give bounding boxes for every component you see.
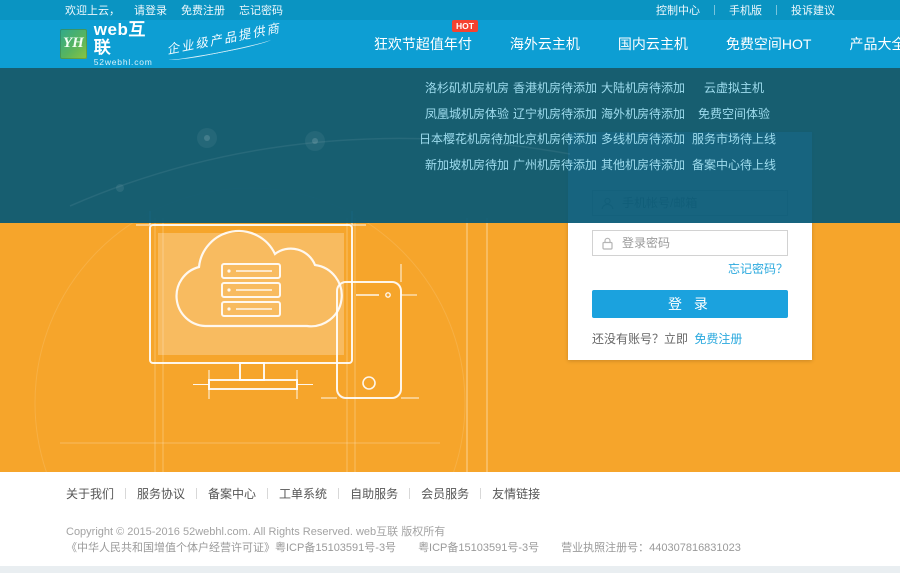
divider xyxy=(714,5,715,15)
brand-text: web互联 52webhl.com xyxy=(94,21,156,68)
footer-about-link[interactable]: 关于我们 xyxy=(66,485,125,502)
footer-icp-link[interactable]: 备案中心 xyxy=(197,485,267,502)
menu-item-liaoning-datacenter[interactable]: 辽宁机房待添加 xyxy=(512,101,598,127)
menu-item-cloud-virtual-host[interactable]: 云虚拟主机 xyxy=(688,75,780,101)
welcome-text: 欢迎上云， xyxy=(65,2,120,18)
menu-item-service-market[interactable]: 服务市场待上线 xyxy=(688,126,780,152)
copyright-text: Copyright © 2015-2016 52webhl.com. All R… xyxy=(66,523,445,539)
menu-item-phoenix-datacenter[interactable]: 凤凰城机房体验 xyxy=(424,101,510,127)
logo-icon: YH xyxy=(60,29,87,59)
nav-item-overseas-cloud[interactable]: 海外云主机 xyxy=(510,34,580,54)
dropdown-overlay: 洛杉矶机房机房 香港机房待添加 大陆机房待添加 云虚拟主机 凤凰城机房体验 辽宁… xyxy=(0,68,900,223)
mobile-version-link[interactable]: 手机版 xyxy=(729,2,762,18)
divider xyxy=(776,5,777,15)
forgot-password-link[interactable]: 忘记密码 xyxy=(239,2,283,18)
footer-links: 关于我们 服务协议 备案中心 工单系统 自助服务 会员服务 友情链接 xyxy=(66,485,551,502)
forgot-password-panel-link[interactable]: 忘记密码？ xyxy=(728,260,788,277)
footer-terms-link[interactable]: 服务协议 xyxy=(126,485,196,502)
password-input[interactable] xyxy=(622,236,779,250)
footer-friendlinks-link[interactable]: 友情链接 xyxy=(481,485,551,502)
menu-item-la-datacenter[interactable]: 洛杉矶机房机房 xyxy=(424,75,510,101)
menu-item-hk-datacenter[interactable]: 香港机房待添加 xyxy=(512,75,598,101)
register-hint: 还没有账号？立即 xyxy=(592,332,688,346)
footer-selfservice-link[interactable]: 自助服务 xyxy=(339,485,409,502)
footer-ticket-link[interactable]: 工单系统 xyxy=(268,485,338,502)
mega-menu: 洛杉矶机房机房 香港机房待添加 大陆机房待添加 云虚拟主机 凤凰城机房体验 辽宁… xyxy=(424,75,780,177)
footer-member-link[interactable]: 会员服务 xyxy=(410,485,480,502)
bottom-strip xyxy=(0,566,900,573)
password-field[interactable] xyxy=(592,230,788,256)
login-link[interactable]: 请登录 xyxy=(134,2,167,18)
menu-item-guangzhou-datacenter[interactable]: 广州机房待添加 xyxy=(512,152,598,178)
topbar: 欢迎上云， 请登录 免费注册 忘记密码 控制中心 手机版 投诉建议 xyxy=(0,0,900,20)
nav-item-all-products[interactable]: 产品大全 xyxy=(849,34,900,54)
navbar: YH web互联 52webhl.com 企业级产品提供商 HOT 狂欢节超值年… xyxy=(0,20,900,68)
menu-item-overseas-datacenter[interactable]: 海外机房待添加 xyxy=(600,101,686,127)
feedback-link[interactable]: 投诉建议 xyxy=(791,2,835,18)
logo[interactable]: YH web互联 52webhl.com xyxy=(60,21,156,68)
menu-item-multiline-datacenter[interactable]: 多线机房待添加 xyxy=(600,126,686,152)
page: 欢迎上云， 请登录 免费注册 忘记密码 控制中心 手机版 投诉建议 YH web… xyxy=(0,0,900,573)
nav-item-free-space[interactable]: 免费空间HOT xyxy=(726,34,812,54)
main-nav: HOT 狂欢节超值年付 海外云主机 国内云主机 免费空间HOT 产品大全 xyxy=(374,34,900,54)
login-button[interactable]: 登 录 xyxy=(592,290,788,318)
nav-item-annual-sale[interactable]: HOT 狂欢节超值年付 xyxy=(374,34,472,54)
menu-item-icp-center[interactable]: 备案中心待上线 xyxy=(688,152,780,178)
brand-domain: 52webhl.com xyxy=(94,58,156,67)
icp-number: 粤ICP备15103591号-3号 xyxy=(418,539,539,555)
free-register-link[interactable]: 免费注册 xyxy=(694,332,742,346)
menu-item-free-space[interactable]: 免费空间体验 xyxy=(688,101,780,127)
brand-title: web互联 xyxy=(94,21,156,57)
register-link[interactable]: 免费注册 xyxy=(181,2,225,18)
menu-item-singapore-datacenter[interactable]: 新加坡机房待加 xyxy=(424,152,510,178)
register-row: 还没有账号？立即 免费注册 xyxy=(592,330,742,347)
footer: 关于我们 服务协议 备案中心 工单系统 自助服务 会员服务 友情链接 Copyr… xyxy=(0,472,900,573)
nav-item-domestic-cloud[interactable]: 国内云主机 xyxy=(618,34,688,54)
control-center-link[interactable]: 控制中心 xyxy=(656,2,700,18)
lock-icon xyxy=(601,237,614,250)
topbar-right: 控制中心 手机版 投诉建议 xyxy=(656,2,835,18)
license-row: 《中华人民共和国增值个体户经营许可证》粤ICP备15103591号-3号 粤IC… xyxy=(66,539,763,555)
menu-item-mainland-datacenter[interactable]: 大陆机房待添加 xyxy=(600,75,686,101)
brand-slogan: 企业级产品提供商 xyxy=(165,17,283,63)
menu-item-beijing-datacenter[interactable]: 北京机房待添加 xyxy=(512,126,598,152)
business-license-number: 营业执照注册号：440307816831023 xyxy=(561,539,741,555)
menu-item-japan-datacenter[interactable]: 日本樱花机房待加 xyxy=(424,126,510,152)
topbar-left: 欢迎上云， 请登录 免费注册 忘记密码 xyxy=(65,2,283,18)
menu-item-other-datacenter[interactable]: 其他机房待添加 xyxy=(600,152,686,178)
license-text: 《中华人民共和国增值个体户经营许可证》粤ICP备15103591号-3号 xyxy=(66,539,396,555)
hot-badge: HOT xyxy=(452,20,478,32)
